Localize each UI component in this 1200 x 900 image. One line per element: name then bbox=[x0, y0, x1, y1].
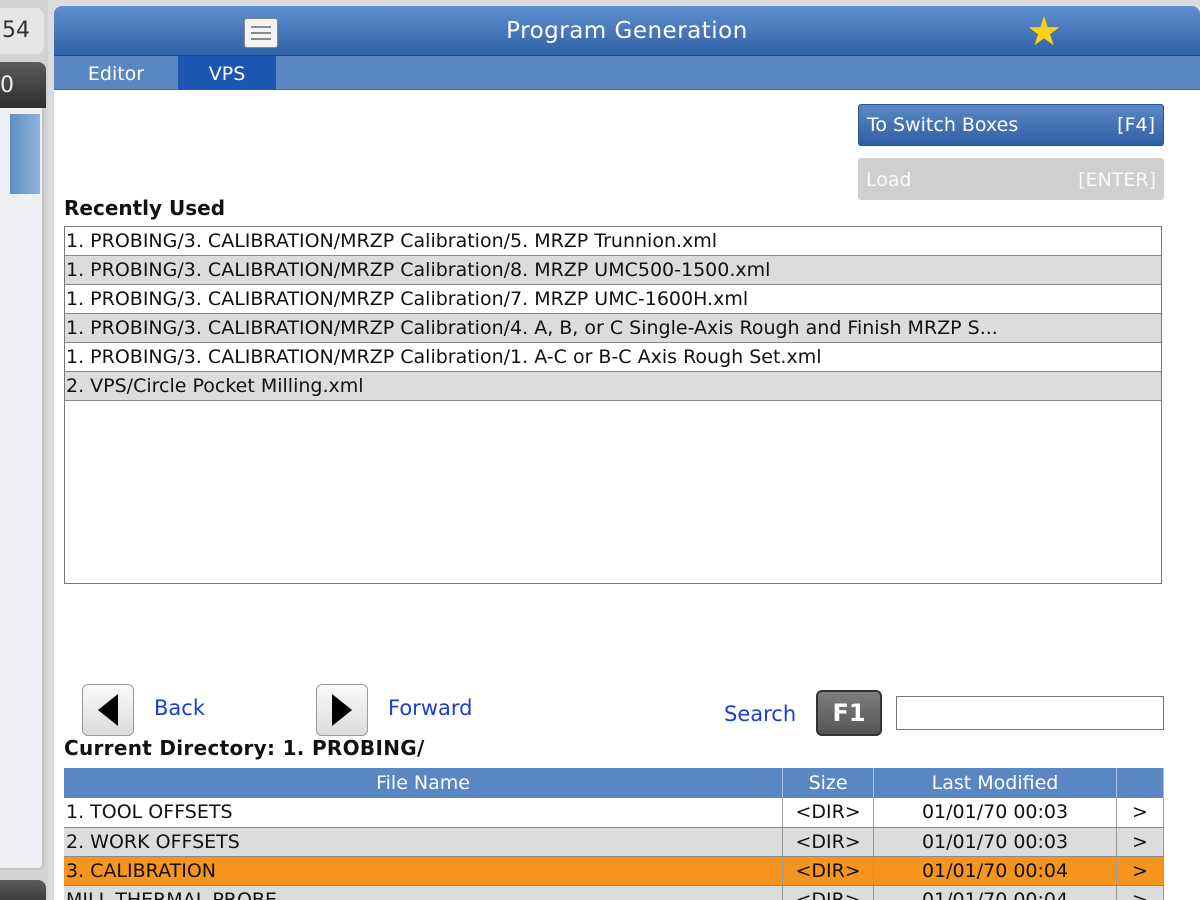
title-bar: Program Generation ★ bbox=[54, 6, 1200, 56]
left-counter: 54 bbox=[0, 8, 44, 54]
list-item[interactable]: 1. PROBING/3. CALIBRATION/MRZP Calibrati… bbox=[65, 314, 1161, 343]
open-arrow-icon[interactable]: > bbox=[1116, 798, 1165, 828]
search-input[interactable] bbox=[896, 696, 1164, 730]
file-size-cell: <DIR> bbox=[782, 798, 875, 828]
file-modified-cell: 01/01/70 00:03 bbox=[873, 798, 1117, 828]
tab-vps[interactable]: VPS bbox=[178, 56, 276, 90]
load-button[interactable]: Load [ENTER] bbox=[858, 158, 1164, 200]
forward-label[interactable]: Forward bbox=[388, 696, 472, 720]
file-table: File Name Size Last Modified 1. TOOL OFF… bbox=[64, 768, 1165, 900]
list-item[interactable]: 1. PROBING/3. CALIBRATION/MRZP Calibrati… bbox=[65, 227, 1161, 256]
open-arrow-icon[interactable]: > bbox=[1116, 885, 1165, 900]
load-key: [ENTER] bbox=[1078, 169, 1156, 191]
file-size-cell: <DIR> bbox=[782, 827, 875, 857]
switch-boxes-key: [F4] bbox=[1117, 114, 1155, 136]
table-row-selected[interactable]: 3. CALIBRATION <DIR> 01/01/70 00:04 > bbox=[64, 856, 1165, 886]
column-header-file-name[interactable]: File Name bbox=[64, 768, 784, 798]
file-modified-cell: 01/01/70 00:04 bbox=[873, 856, 1117, 886]
left-scrollbar-thumb[interactable] bbox=[10, 114, 40, 194]
table-row[interactable]: 2. WORK OFFSETS <DIR> 01/01/70 00:03 > bbox=[64, 827, 1165, 857]
left-bottom-tab[interactable] bbox=[0, 880, 46, 900]
recently-used-list[interactable]: 1. PROBING/3. CALIBRATION/MRZP Calibrati… bbox=[64, 226, 1162, 584]
open-arrow-icon[interactable]: > bbox=[1116, 856, 1165, 886]
program-generation-window: Program Generation ★ Editor VPS To Switc… bbox=[54, 6, 1200, 900]
file-size-cell: <DIR> bbox=[782, 885, 875, 900]
list-item[interactable]: 1. PROBING/3. CALIBRATION/MRZP Calibrati… bbox=[65, 343, 1161, 372]
recently-used-heading: Recently Used bbox=[64, 196, 226, 220]
file-name-cell: 1. TOOL OFFSETS bbox=[64, 798, 784, 828]
search-f1-key[interactable]: F1 bbox=[816, 690, 882, 736]
table-row[interactable]: 1. TOOL OFFSETS <DIR> 01/01/70 00:03 > bbox=[64, 798, 1165, 828]
back-label[interactable]: Back bbox=[154, 696, 205, 720]
list-item[interactable]: 1. PROBING/3. CALIBRATION/MRZP Calibrati… bbox=[65, 256, 1161, 285]
file-name-cell: 3. CALIBRATION bbox=[64, 856, 784, 886]
search-label: Search bbox=[724, 702, 797, 726]
table-header-row: File Name Size Last Modified bbox=[64, 768, 1165, 798]
column-header-arrow bbox=[1116, 768, 1165, 798]
load-label: Load bbox=[866, 169, 912, 191]
back-arrow-button[interactable] bbox=[82, 684, 134, 736]
left-panel bbox=[0, 108, 44, 870]
open-arrow-icon[interactable]: > bbox=[1116, 827, 1165, 857]
tab-bar: Editor VPS bbox=[54, 56, 1200, 90]
star-icon[interactable]: ★ bbox=[1022, 10, 1066, 54]
file-name-cell: MILL THERMAL PROBE bbox=[64, 885, 784, 900]
file-modified-cell: 01/01/70 00:03 bbox=[873, 827, 1117, 857]
file-size-cell: <DIR> bbox=[782, 856, 875, 886]
left-dark-tab[interactable]: 0 bbox=[0, 62, 46, 108]
column-header-last-modified[interactable]: Last Modified bbox=[873, 768, 1117, 798]
arrow-right-icon bbox=[332, 694, 352, 726]
switch-boxes-button[interactable]: To Switch Boxes [F4] bbox=[858, 104, 1164, 146]
list-item[interactable]: 1. PROBING/3. CALIBRATION/MRZP Calibrati… bbox=[65, 285, 1161, 314]
file-name-cell: 2. WORK OFFSETS bbox=[64, 827, 784, 857]
menu-icon[interactable] bbox=[244, 18, 278, 48]
file-modified-cell: 01/01/70 00:04 bbox=[873, 885, 1117, 900]
table-row[interactable]: MILL THERMAL PROBE <DIR> 01/01/70 00:04 … bbox=[64, 885, 1165, 900]
current-directory: Current Directory: 1. PROBING/ bbox=[64, 736, 425, 760]
tab-editor[interactable]: Editor bbox=[54, 56, 178, 90]
column-header-size[interactable]: Size bbox=[782, 768, 875, 798]
switch-boxes-label: To Switch Boxes bbox=[867, 114, 1019, 136]
forward-arrow-button[interactable] bbox=[316, 684, 368, 736]
arrow-left-icon bbox=[98, 694, 118, 726]
list-item[interactable]: 2. VPS/Circle Pocket Milling.xml bbox=[65, 372, 1161, 401]
